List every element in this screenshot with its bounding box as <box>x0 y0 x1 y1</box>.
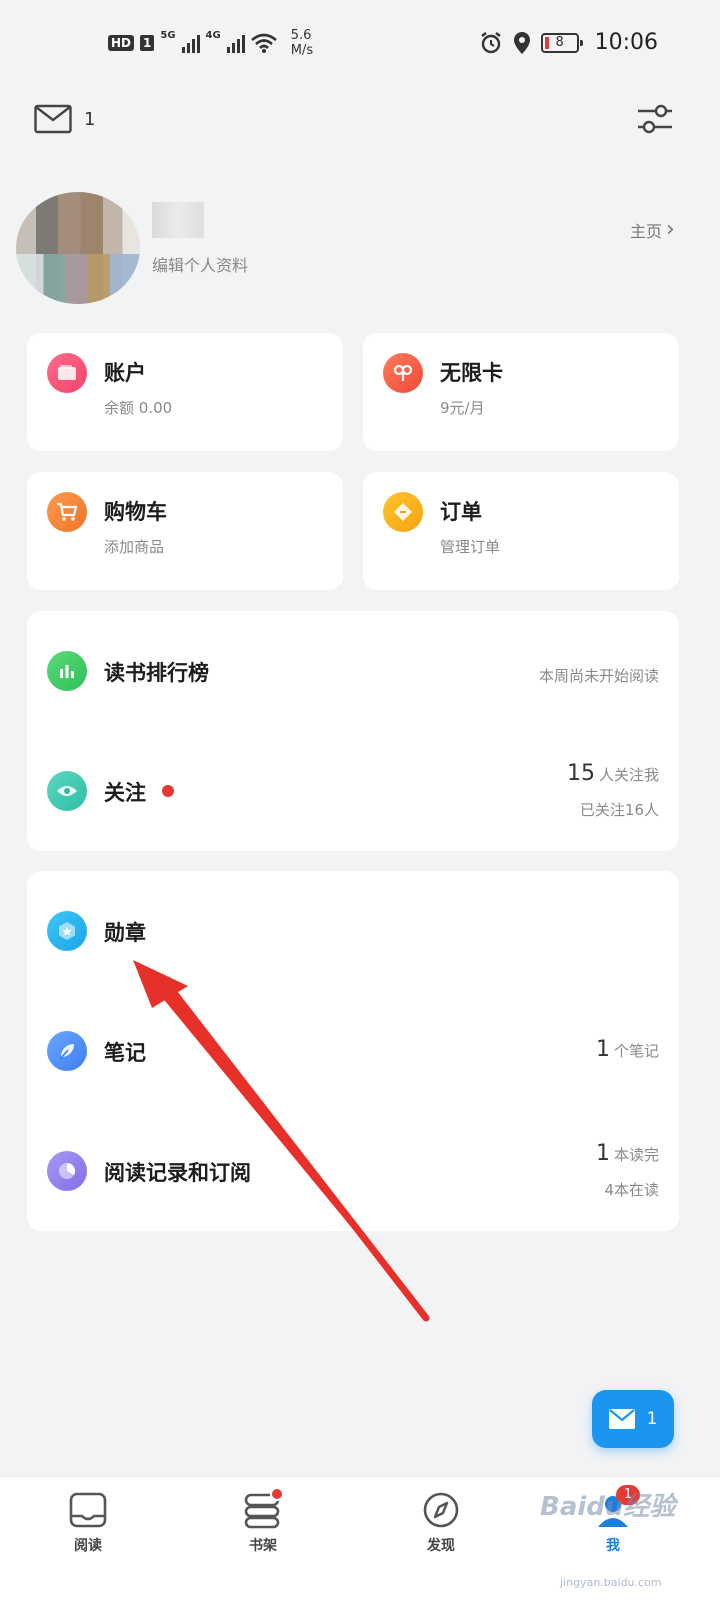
cart-subtitle: 添加商品 <box>104 538 165 556</box>
edit-profile-link[interactable]: 编辑个人资料 <box>152 252 248 276</box>
account-balance: 余额 0.00 <box>104 399 173 417</box>
pie-chart-icon <box>47 1151 87 1191</box>
network-5g-label: 5G <box>160 29 176 41</box>
unlimited-card-price: 9元/月 <box>440 399 485 417</box>
following-count: 已关注16人 <box>579 801 659 819</box>
sim-indicator: 1 <box>140 35 155 51</box>
inbox-button[interactable]: 1 <box>34 104 95 134</box>
infinity-icon <box>383 353 423 393</box>
follow-notification-dot <box>162 785 174 797</box>
tab-read[interactable]: 阅读 <box>33 1491 143 1555</box>
message-fab[interactable]: 1 <box>592 1390 674 1448</box>
speed-unit: M/s <box>290 43 314 58</box>
notes-count: 1 个笔记 <box>596 1037 659 1062</box>
social-card: 读书排行榜 本周尚未开始阅读 关注 15 人关注我 已关注16人 <box>27 611 679 851</box>
cart-icon <box>47 492 87 532</box>
speed-value: 5.6 <box>290 28 312 43</box>
notes-title: 笔记 <box>104 1041 146 1065</box>
tab-discover-label: 发现 <box>427 1538 455 1554</box>
wallet-icon <box>47 353 87 393</box>
wifi-icon <box>250 33 277 53</box>
account-title: 账户 <box>104 361 146 385</box>
follow-row[interactable]: 关注 15 人关注我 已关注16人 <box>27 731 679 851</box>
chevron-right-icon: › <box>666 217 675 242</box>
shelf-badge-dot <box>270 1487 284 1501</box>
alarm-icon <box>480 31 501 53</box>
network-4g-label: 4G <box>205 29 221 41</box>
tab-shelf-label: 书架 <box>249 1538 277 1554</box>
tab-read-label: 阅读 <box>74 1538 102 1554</box>
mail-icon <box>34 104 72 134</box>
reading-count: 4本在读 <box>604 1181 659 1199</box>
tab-discover[interactable]: 发现 <box>386 1491 496 1555</box>
sliders-icon <box>638 104 672 134</box>
location-icon <box>513 31 530 54</box>
baidu-watermark-url: jingyan.baidu.com <box>560 1576 662 1589</box>
medal-icon <box>47 911 87 951</box>
message-count: 1 <box>646 1409 658 1429</box>
history-row[interactable]: 阅读记录和订阅 1 本读完 4本在读 <box>27 1111 679 1231</box>
finished-label: 本读完 <box>613 1146 659 1164</box>
activity-card: 勋章 笔记 1 个笔记 阅读记录和订阅 1 本读完 4本在读 <box>27 871 679 1231</box>
cart-title: 购物车 <box>104 500 167 524</box>
tab-me-label: 我 <box>606 1538 620 1554</box>
username-blurred <box>152 202 204 238</box>
orders-subtitle: 管理订单 <box>440 538 501 556</box>
homepage-label: 主页 <box>630 222 663 241</box>
compass-icon <box>423 1492 459 1528</box>
unlimited-card-card[interactable]: 无限卡 9元/月 <box>363 333 679 451</box>
account-card[interactable]: 账户 余额 0.00 <box>27 333 343 451</box>
tab-shelf[interactable]: 书架 <box>208 1487 318 1555</box>
medals-row[interactable]: 勋章 <box>27 871 679 991</box>
battery-icon: 8 <box>540 32 583 53</box>
ranking-row[interactable]: 读书排行榜 本周尚未开始阅读 <box>27 611 679 731</box>
ranking-title: 读书排行榜 <box>104 661 209 685</box>
follow-title: 关注 <box>104 781 146 805</box>
status-bar: HD 1 5G 4G 5.6 M/s 8 10:06 <box>0 0 720 90</box>
book-open-icon <box>69 1492 107 1528</box>
notes-label: 个笔记 <box>613 1042 659 1060</box>
network-speed: 5.6 M/s <box>291 28 313 58</box>
status-left: HD 1 5G 4G 5.6 M/s <box>108 28 313 58</box>
ranking-status: 本周尚未开始阅读 <box>538 667 659 685</box>
followers-count: 15 人关注我 <box>567 761 659 786</box>
clock: 10:06 <box>594 30 658 55</box>
order-icon <box>383 492 423 532</box>
finished-number: 1 <box>595 1141 610 1166</box>
avatar[interactable] <box>16 192 140 304</box>
homepage-link[interactable]: 主页 › <box>630 218 675 242</box>
signal-icon-2 <box>226 33 245 53</box>
medals-title: 勋章 <box>104 921 146 945</box>
baidu-watermark: Baidu经验 <box>540 1492 676 1522</box>
signal-icon <box>181 33 200 53</box>
settings-button[interactable] <box>636 102 674 136</box>
envelope-icon <box>608 1409 635 1429</box>
cart-card[interactable]: 购物车 添加商品 <box>27 472 343 590</box>
history-title: 阅读记录和订阅 <box>104 1161 251 1185</box>
followers-label: 人关注我 <box>598 766 659 784</box>
notes-number: 1 <box>595 1037 610 1062</box>
unlimited-card-title: 无限卡 <box>440 361 503 385</box>
eye-icon <box>47 771 87 811</box>
orders-card[interactable]: 订单 管理订单 <box>363 472 679 590</box>
followers-number: 15 <box>566 761 595 786</box>
notes-row[interactable]: 笔记 1 个笔记 <box>27 991 679 1111</box>
feather-icon <box>47 1031 87 1071</box>
finished-count: 1 本读完 <box>596 1141 659 1166</box>
battery-level: 8 <box>555 34 564 50</box>
bar-chart-icon <box>47 651 87 691</box>
mail-count: 1 <box>84 108 96 130</box>
orders-title: 订单 <box>440 500 482 524</box>
status-right: 8 10:06 <box>479 30 658 55</box>
hd-indicator: HD <box>108 35 135 51</box>
